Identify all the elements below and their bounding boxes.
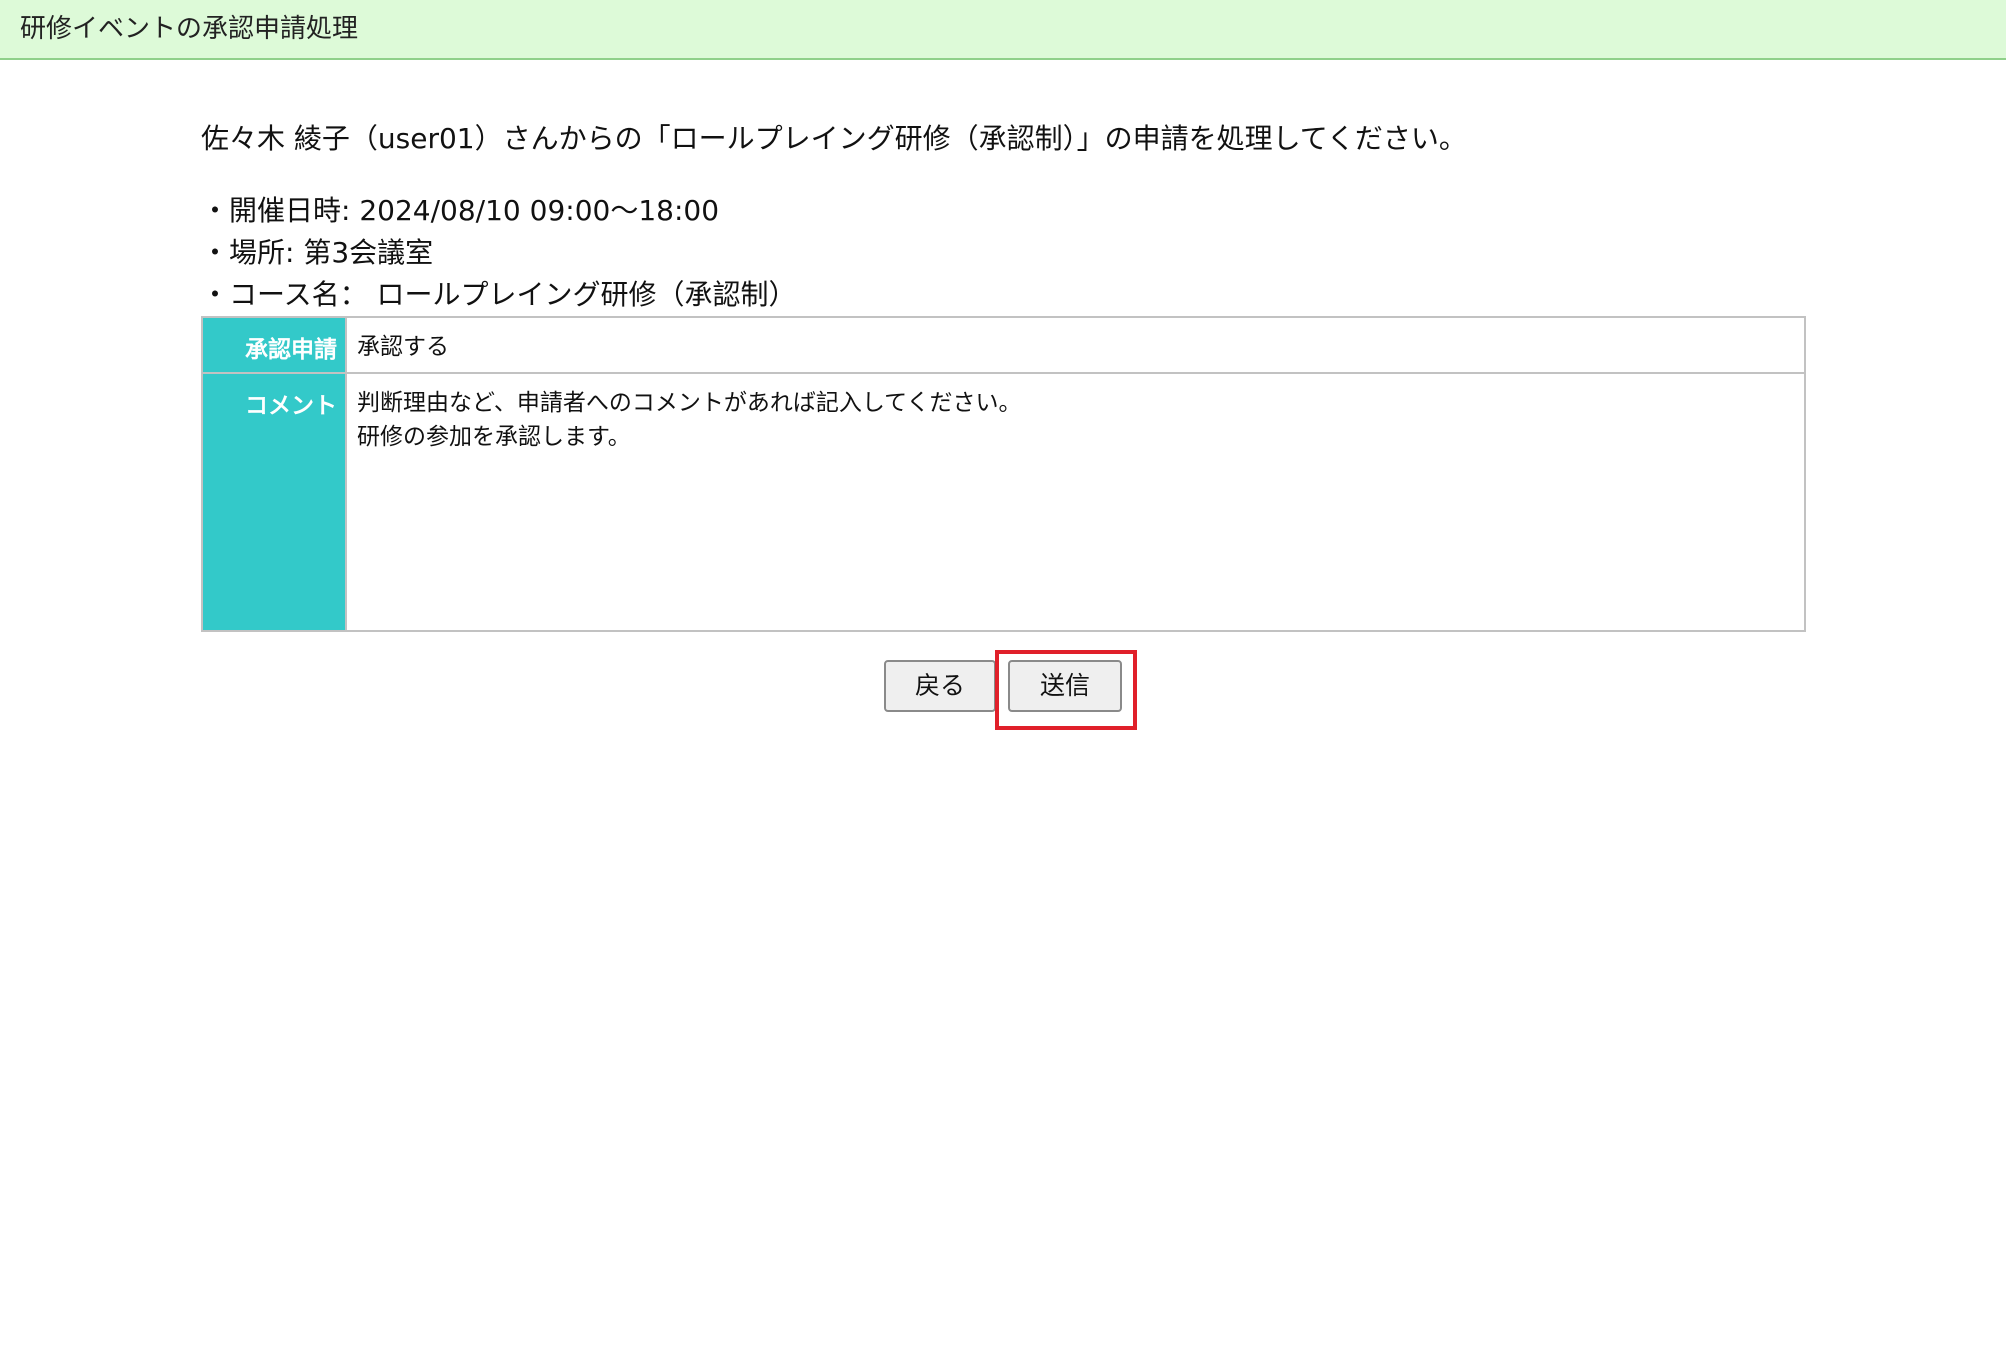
- approval-value[interactable]: 承認する: [349, 318, 1804, 372]
- comment-label: コメント: [203, 374, 347, 630]
- comment-field[interactable]: 判断理由など、申請者へのコメントがあれば記入してください。 研修の参加を承認しま…: [349, 374, 1804, 630]
- course-name-value: ロールプレイング研修（承認制）: [376, 278, 797, 311]
- event-place-label: ・場所:: [201, 236, 295, 269]
- intro-message: 佐々木 綾子（user01）さんからの「ロールプレイング研修（承認制）」の申請を…: [201, 122, 1467, 155]
- comment-hint: 判断理由など、申請者へのコメントがあれば記入してください。: [357, 390, 1022, 416]
- event-place-value: 第3会議室: [303, 236, 434, 269]
- title-bar: 研修イベントの承認申請処理: [0, 0, 2006, 60]
- send-button[interactable]: 送信: [1008, 660, 1122, 712]
- course-name-label: ・コース名：: [201, 278, 368, 311]
- comment-text[interactable]: 研修の参加を承認します。: [357, 420, 1796, 454]
- page-title: 研修イベントの承認申請処理: [20, 14, 359, 44]
- comment-row: コメント 判断理由など、申請者へのコメントがあれば記入してください。 研修の参加…: [203, 374, 1804, 630]
- approval-form-table: 承認申請 承認する コメント 判断理由など、申請者へのコメントがあれば記入してく…: [201, 316, 1806, 632]
- event-date-label: ・開催日時:: [201, 194, 351, 227]
- course-name-row: ・コース名： ロールプレイング研修（承認制）: [201, 274, 797, 316]
- page: 研修イベントの承認申請処理 佐々木 綾子（user01）さんからの「ロールプレイ…: [0, 0, 2006, 1358]
- event-date-value: 2024/08/10 09:00〜18:00: [359, 194, 720, 227]
- approval-row: 承認申請 承認する: [203, 318, 1804, 374]
- event-place-row: ・場所: 第3会議室: [201, 232, 797, 274]
- back-button[interactable]: 戻る: [884, 660, 996, 712]
- approval-label: 承認申請: [203, 318, 347, 372]
- event-details: ・開催日時: 2024/08/10 09:00〜18:00 ・場所: 第3会議室…: [201, 190, 797, 316]
- event-date-row: ・開催日時: 2024/08/10 09:00〜18:00: [201, 190, 797, 232]
